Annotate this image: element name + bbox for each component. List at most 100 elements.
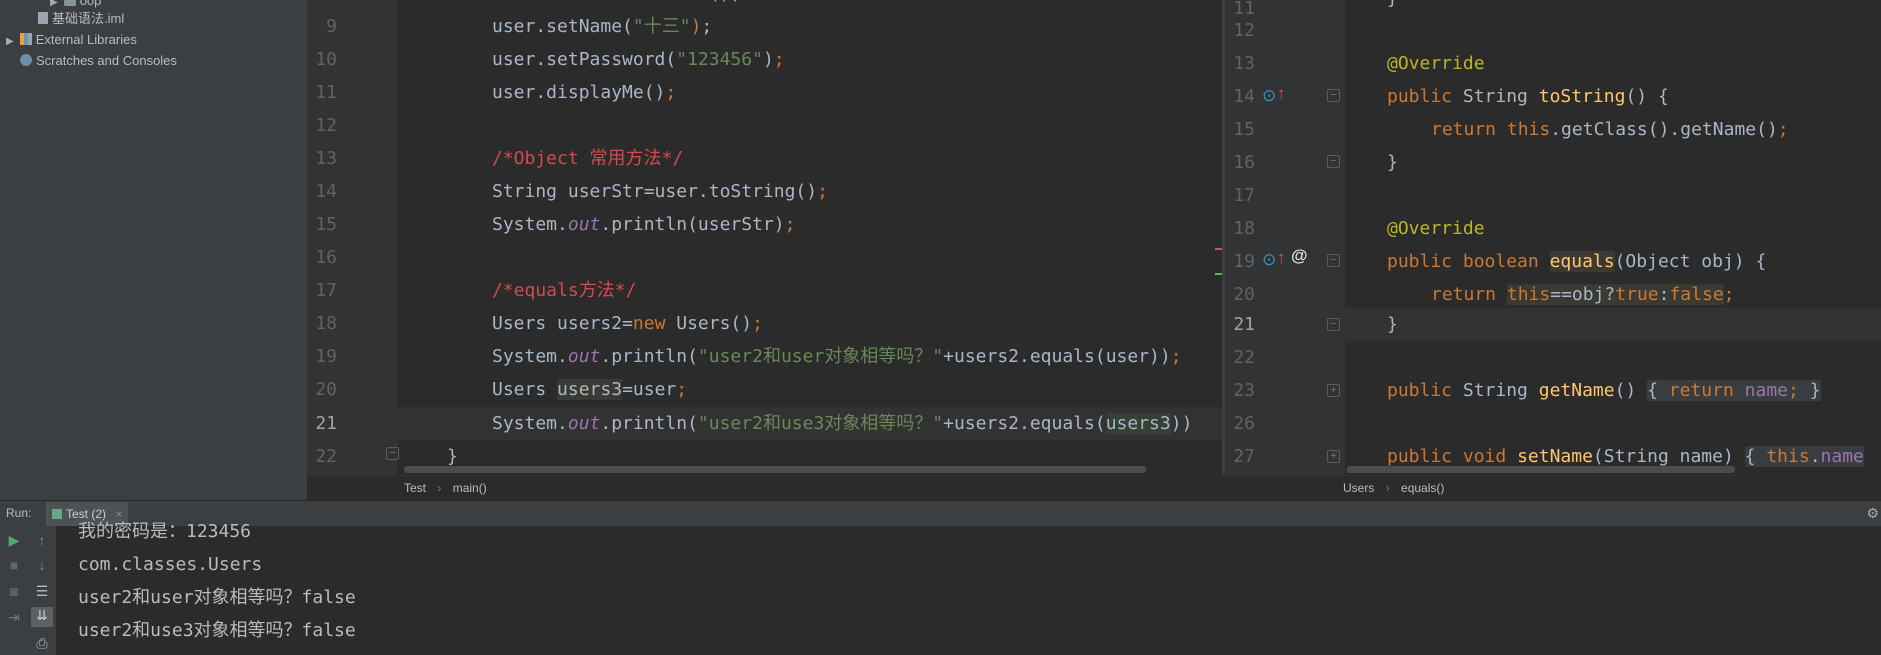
chevron-right-icon: › [1385,481,1390,495]
line-number: 19 [1233,251,1255,272]
code-line: user.setPassword("123456"); [492,49,785,70]
code-line: System.out.println("user2和user对象相等吗？"+us… [492,346,1182,367]
line-number: 17 [1233,185,1255,206]
tree-item-scratches[interactable]: Scratches and Consoles [20,51,177,71]
override-icon[interactable]: ⊙ [1262,86,1276,106]
line-number: 17 [315,280,337,301]
line-number: 20 [315,379,337,400]
line-number: 16 [1233,152,1255,173]
breadcrumb: Test › main() [307,475,1225,500]
code-line: } [1387,0,1398,15]
down-arrow-icon[interactable]: ↓ [34,557,50,573]
line-number: 19 [315,346,337,367]
line-number: 14 [315,181,337,202]
code-line: Users users2=new Users(); [492,313,763,334]
soft-wrap-icon[interactable]: ☰ [34,583,50,599]
up-arrow-icon[interactable]: ↑ [34,532,50,548]
console-line: 我的密码是：123456 [78,521,252,542]
fold-toggle-icon[interactable]: − [1327,89,1340,102]
line-number: 22 [315,446,337,467]
line-number: 26 [1233,413,1255,434]
fold-toggle-icon[interactable]: − [386,447,399,460]
code-line: public String toString() { [1387,86,1669,107]
line-number: 16 [315,247,337,268]
line-number: 13 [315,148,337,169]
line-number: 10 [315,49,337,70]
library-icon [19,33,32,45]
line-number: 18 [1233,218,1255,239]
tree-item-external-libraries[interactable]: ▶ External Libraries [0,30,137,50]
run-label: Run: [6,506,32,520]
line-number: 14 [1233,86,1255,107]
gear-icon[interactable]: ⚙ [1866,505,1879,522]
current-line-highlight [1345,308,1881,341]
line-number: 13 [1233,53,1255,74]
up-arrow-icon[interactable]: ↑ [1277,84,1286,104]
exit-icon[interactable]: ⇥ [6,609,22,625]
fold-toggle-icon[interactable]: − [1327,318,1340,331]
tree-item-iml[interactable]: 基础语法.iml [38,9,124,29]
breadcrumb-item[interactable]: main() [453,481,487,495]
camera-icon[interactable]: ◙ [6,583,22,599]
code-line: System.out.println(userStr); [492,214,796,235]
console-line: user2和use3对象相等吗？false [78,620,356,641]
line-number: 15 [1233,119,1255,140]
code-line: return this.getClass().getName(); [1431,119,1789,140]
line-number: 15 [315,214,337,235]
run-config-icon [52,509,62,519]
line-number: 27 [1233,446,1255,467]
line-number: 12 [1233,20,1255,41]
console-line: com.classes.Users [78,554,263,575]
editor-right[interactable]: 11 12 13 14 15 16 17 18 19 20 21 22 23 2… [1225,0,1881,475]
run-toolbar: ▶ ↑ ■ ↓ ◙ ☰ ⇥ ⇊ ⎙ [0,526,56,655]
editor-left[interactable]: 9 10 11 12 13 14 15 16 17 18 19 20 21 22… [307,0,1225,475]
up-arrow-icon[interactable]: ↑ [1277,248,1286,268]
breadcrumb: Users › equals() [1225,475,1881,500]
line-number: 20 [1233,284,1255,305]
at-sign-icon[interactable]: @ [1291,246,1308,266]
breadcrumb-item[interactable]: Users [1343,481,1374,495]
code-line: user.setName("十三"); [492,16,713,37]
scroll-to-end-icon[interactable]: ⇊ [31,607,53,627]
code-line-comment: /*equals方法*/ [492,280,637,301]
line-number: 12 [315,115,337,136]
line-number-current: 21 [1233,314,1255,335]
run-panel-header: Run: Test (2) × ⚙ [0,500,1881,526]
console-line: user2和user对象相等吗？false [78,587,356,608]
print-icon[interactable]: ⎙ [34,635,50,651]
code-line: @Override [1387,218,1485,239]
code-line-comment: /*Object 常用方法*/ [492,148,684,169]
fold-toggle-icon[interactable]: − [1327,254,1340,267]
fold-toggle-icon[interactable]: − [1327,155,1340,168]
stop-icon[interactable]: ■ [6,557,22,573]
scratch-icon [20,54,32,66]
run-panel: ▶ ↑ ■ ↓ ◙ ☰ ⇥ ⇊ ⎙ 我的密码是：123456 com.class… [0,521,1881,655]
code-line: Users users3=user; [492,379,688,400]
override-icon[interactable]: ⊙ [1262,250,1276,270]
breadcrumb-item[interactable]: Test [404,481,426,495]
rerun-icon[interactable]: ▶ [6,532,22,548]
file-icon [38,12,48,24]
fold-toggle-icon[interactable]: + [1327,450,1340,463]
fold-toggle-icon[interactable]: + [1327,384,1340,397]
line-number: 22 [1233,347,1255,368]
folder-icon [63,0,76,6]
code-line: Users user=new Users(); [492,0,741,10]
expand-arrow-icon[interactable]: ▶ [50,0,58,8]
chevron-right-icon: › [437,481,442,495]
line-number: 23 [1233,380,1255,401]
horizontal-scrollbar[interactable] [404,466,1146,473]
line-number: 11 [315,82,337,103]
code-line-current: System.out.println("user2和use3对象相等吗？"+us… [492,413,1193,434]
code-line-current: } [1387,314,1398,335]
horizontal-scrollbar[interactable] [1347,466,1735,473]
code-line: String userStr=user.toString(); [492,181,828,202]
code-line: user.displayMe(); [492,82,677,103]
expand-arrow-icon[interactable]: ▶ [6,36,14,47]
breadcrumb-item[interactable]: equals() [1401,481,1444,495]
code-line: public boolean equals(Object obj) { [1387,251,1767,272]
code-line: public String getName() { return name; } [1387,380,1821,401]
line-number: 9 [326,16,337,37]
line-number: 18 [315,313,337,334]
code-line: @Override [1387,53,1485,74]
